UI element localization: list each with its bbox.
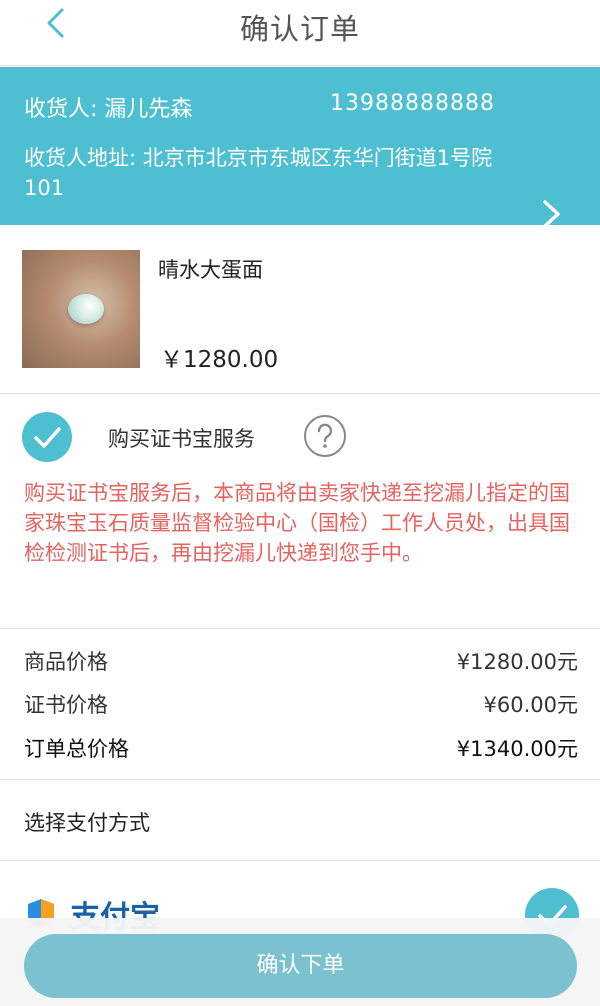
confirm-order-button[interactable]: 确认下单 xyxy=(24,934,577,998)
total-price-row: 订单总价格 ¥1340.00元 xyxy=(24,733,578,763)
product-card[interactable]: 晴水大蛋面 ￥1280.00 xyxy=(0,226,600,394)
nav-bar: 确认订单 xyxy=(0,0,600,66)
recipient-address: 收货人地址: 北京市北京市东城区东华门街道1号院101 xyxy=(24,146,493,200)
item-price-value: ¥1280.00元 xyxy=(456,650,578,674)
gem-image xyxy=(68,294,104,324)
price-summary: 商品价格 ¥1280.00元 证书价格 ¥60.00元 订单总价格 ¥1340.… xyxy=(0,630,600,780)
payment-section-header: 选择支付方式 xyxy=(0,781,600,861)
certificate-service: 购买证书宝服务 购买证书宝服务后，本商品将由卖家快递至挖漏儿指定的国家珠宝玉石质… xyxy=(0,394,600,629)
cert-price-label: 证书价格 xyxy=(24,693,108,717)
product-price: ￥1280.00 xyxy=(160,347,279,373)
footer-bar: 确认下单 xyxy=(0,918,600,1006)
total-price-value: ¥1340.00元 xyxy=(456,737,578,761)
recipient-phone: 13988888888 xyxy=(330,91,495,116)
recipient-name: 收货人: 漏儿先森 xyxy=(24,97,193,122)
check-circle-icon[interactable] xyxy=(22,412,72,462)
address-card[interactable]: 收货人: 漏儿先森 13988888888 收货人地址: 北京市北京市东城区东华… xyxy=(0,67,600,228)
payment-title: 选择支付方式 xyxy=(24,811,150,835)
product-name: 晴水大蛋面 xyxy=(158,258,263,282)
item-price-label: 商品价格 xyxy=(24,650,108,674)
certificate-label: 购买证书宝服务 xyxy=(108,427,255,451)
cert-price-value: ¥60.00元 xyxy=(483,693,578,717)
item-price-row: 商品价格 ¥1280.00元 xyxy=(24,646,578,676)
product-image xyxy=(22,250,140,368)
cert-price-row: 证书价格 ¥60.00元 xyxy=(24,689,578,719)
certificate-description: 购买证书宝服务后，本商品将由卖家快递至挖漏儿指定的国家珠宝玉石质量监督检验中心（… xyxy=(24,481,570,565)
question-icon[interactable] xyxy=(303,414,347,458)
total-price-label: 订单总价格 xyxy=(24,737,129,761)
page-title: 确认订单 xyxy=(239,12,360,46)
